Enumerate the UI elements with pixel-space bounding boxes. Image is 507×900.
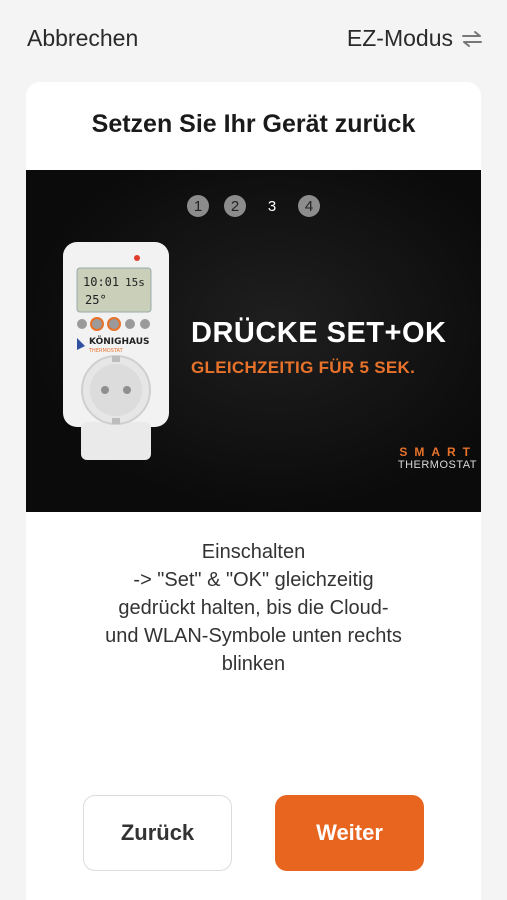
instruction-line-3: gedrückt halten, bis die Cloud-	[118, 597, 389, 619]
instruction-line-5: blinken	[221, 653, 286, 675]
step-indicator: 1 2 3 4	[26, 195, 481, 217]
brand-smart: SMART	[399, 445, 477, 459]
brand-thermostat: THERMOSTAT	[397, 459, 477, 471]
step-3-active: 3	[267, 197, 277, 215]
device-logo-sub: THERMOSTAT	[88, 348, 124, 354]
instruction-line-1: Einschalten	[201, 541, 306, 563]
ez-mode-switch[interactable]: EZ-Modus	[347, 25, 483, 52]
step-4: 4	[298, 195, 320, 217]
instruction-line-4: und WLAN-Symbole unten rechts	[105, 625, 402, 647]
hero-headline: DRÜCKE SET+OK	[191, 317, 447, 349]
page-title: Setzen Sie Ihr Gerät zurück	[91, 110, 416, 138]
next-button[interactable]: Weiter	[275, 795, 424, 871]
back-button[interactable]: Zurück	[83, 795, 232, 871]
top-bar: Abbrechen EZ-Modus	[0, 0, 507, 76]
instruction-line-2: -> "Set" & "OK" gleichzeitig	[133, 569, 374, 591]
hero-subline: GLEICHZEITIG FÜR 5 SEK.	[191, 358, 416, 377]
thermostat-device-illustration: 10:01 15s 25° KÖNIGHAUS THERMOSTAT	[61, 242, 173, 469]
device-logo-text: KÖNIGHAUS	[89, 336, 150, 347]
ez-mode-label: EZ-Modus	[346, 25, 453, 51]
reset-card: Setzen Sie Ihr Gerät zurück 1 2 3 4 10:0…	[26, 82, 481, 900]
step-2: 2	[224, 195, 246, 217]
instructions-text: Einschalten -> "Set" & "OK" gleichzeitig…	[26, 538, 481, 678]
cancel-link[interactable]: Abbrechen	[27, 25, 138, 52]
device-display-seconds: 15s	[125, 276, 145, 289]
device-display-time: 10:01	[83, 275, 119, 289]
device-display-temp: 25°	[85, 293, 107, 307]
swap-icon	[461, 30, 483, 48]
step-1: 1	[187, 195, 209, 217]
instruction-image: 1 2 3 4 10:01 15s 25° KÖNIGHAUS THERMOST…	[26, 170, 481, 512]
